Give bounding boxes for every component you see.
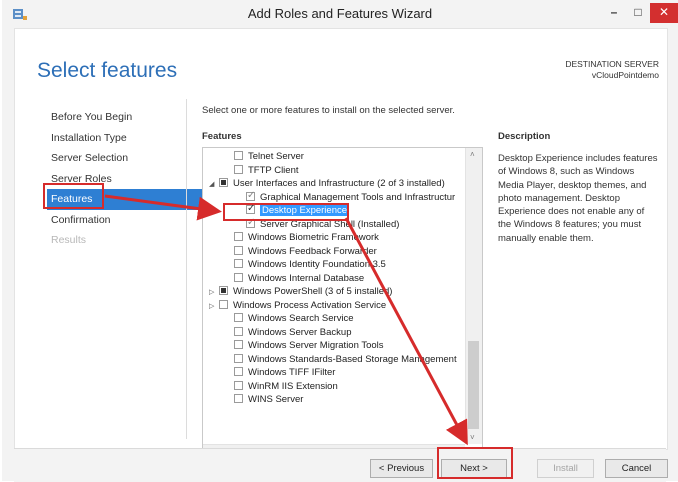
feature-row[interactable]: Windows Search Service bbox=[234, 312, 354, 326]
feature-label: Windows Internal Database bbox=[248, 272, 365, 284]
feature-label: Windows Server Backup bbox=[248, 326, 352, 338]
feature-checkbox[interactable] bbox=[234, 367, 243, 376]
feature-row[interactable]: Graphical Management Tools and Infrastru… bbox=[246, 189, 456, 205]
wizard-window: Add Roles and Features Wizard – □ ✕ Sele… bbox=[2, 0, 678, 482]
feature-label: Windows Process Activation Service bbox=[233, 299, 387, 311]
instruction-text: Select one or more features to install o… bbox=[202, 105, 455, 116]
feature-checkbox[interactable] bbox=[234, 380, 243, 390]
feature-row[interactable]: ▷ Windows Process Activation Service bbox=[209, 299, 387, 313]
feature-row[interactable]: Windows Internal Database bbox=[234, 272, 364, 286]
feature-label: TFTP Client bbox=[248, 164, 299, 176]
feature-checkbox[interactable] bbox=[234, 353, 243, 363]
feature-checkbox[interactable] bbox=[234, 245, 243, 255]
feature-row[interactable]: ▷ Windows PowerShell (3 of 5 installed) bbox=[209, 285, 393, 299]
feature-row[interactable]: Windows Biometric Framework bbox=[234, 231, 379, 245]
scroll-up-icon[interactable]: ˄ bbox=[470, 150, 475, 159]
features-list: Telnet Server TFTP Client ◢ User Interfaces… bbox=[203, 148, 465, 444]
feature-row[interactable]: WINS Server bbox=[234, 393, 303, 407]
page-title: Select features bbox=[37, 59, 178, 82]
nav-divider bbox=[186, 99, 187, 439]
minimize-button[interactable]: – bbox=[601, 3, 627, 23]
feature-checkbox[interactable] bbox=[219, 286, 228, 295]
feature-label: Windows Biometric Framework bbox=[248, 232, 379, 243]
feature-checkbox[interactable] bbox=[234, 326, 243, 336]
wizard-content: Select features DESTINATION SERVER vClou… bbox=[14, 28, 668, 461]
feature-checkbox[interactable] bbox=[219, 299, 228, 309]
feature-checkbox[interactable] bbox=[234, 340, 243, 349]
destination-label: DESTINATION SERVER bbox=[565, 59, 659, 69]
title-bar: Add Roles and Features Wizard – □ ✕ bbox=[2, 0, 678, 28]
vertical-scrollbar[interactable]: ˄ ˅ bbox=[465, 148, 482, 444]
window-title: Add Roles and Features Wizard bbox=[247, 6, 433, 21]
expand-toggle-icon[interactable]: ▷ bbox=[209, 286, 219, 300]
destination-server: DESTINATION SERVER vCloudPointdemo bbox=[565, 59, 659, 81]
annotation-box-desktop-experience bbox=[223, 203, 349, 221]
nav-item-results: Results bbox=[51, 234, 87, 246]
wizard-nav: Before You Begin Installation Type Serve… bbox=[47, 107, 218, 251]
install-button: Install bbox=[537, 459, 594, 478]
scroll-down-icon[interactable]: ˅ bbox=[470, 433, 475, 442]
feature-label: Windows TIFF IFilter bbox=[248, 367, 336, 378]
cancel-button[interactable]: Cancel bbox=[605, 459, 668, 478]
feature-row[interactable]: TFTP Client bbox=[234, 164, 299, 178]
feature-checkbox bbox=[246, 189, 255, 202]
close-button[interactable]: ✕ bbox=[650, 3, 678, 23]
feature-checkbox[interactable] bbox=[219, 178, 228, 187]
nav-item-confirmation[interactable]: Confirmation bbox=[51, 210, 201, 231]
feature-row[interactable]: Windows Feedback Forwarder bbox=[234, 245, 377, 259]
features-tree[interactable]: Telnet Server TFTP Client ◢ User Interfaces… bbox=[202, 147, 483, 461]
feature-row[interactable]: Windows Server Migration Tools bbox=[234, 339, 384, 353]
annotation-box-next bbox=[437, 447, 513, 479]
feature-label: Windows Standards-Based Storage Manageme… bbox=[248, 353, 457, 365]
feature-label: User Interfaces and Infrastructure (2 of… bbox=[233, 178, 445, 189]
feature-row[interactable]: Telnet Server bbox=[234, 150, 304, 164]
feature-checkbox[interactable] bbox=[234, 272, 243, 282]
feature-checkbox[interactable] bbox=[234, 151, 243, 160]
destination-server-name: vCloudPointdemo bbox=[591, 70, 659, 80]
feature-checkbox[interactable] bbox=[234, 313, 243, 322]
description-text: Desktop Experience includes features of … bbox=[498, 153, 658, 244]
feature-label: WinRM IIS Extension bbox=[248, 380, 338, 392]
feature-label: Windows Feedback Forwarder bbox=[248, 245, 377, 257]
nav-item-server-selection[interactable]: Server Selection bbox=[51, 148, 201, 169]
feature-checkbox[interactable] bbox=[234, 259, 243, 268]
feature-label: Windows PowerShell (3 of 5 installed) bbox=[233, 286, 393, 297]
annotation-box-features bbox=[43, 183, 104, 209]
feature-row[interactable]: Windows Identity Foundation 3.5 bbox=[234, 258, 386, 272]
feature-row[interactable]: Windows TIFF IFilter bbox=[234, 366, 335, 380]
feature-label: Graphical Management Tools and Infrastru… bbox=[260, 191, 456, 203]
nav-item-before-you-begin[interactable]: Before You Begin bbox=[51, 107, 201, 128]
nav-item-installation-type[interactable]: Installation Type bbox=[51, 128, 201, 149]
features-heading: Features bbox=[202, 131, 242, 142]
description-heading: Description bbox=[498, 131, 551, 142]
feature-row[interactable]: Windows Standards-Based Storage Manageme… bbox=[234, 353, 457, 367]
feature-label: Windows Server Migration Tools bbox=[248, 340, 384, 351]
feature-checkbox[interactable] bbox=[234, 394, 243, 403]
previous-button[interactable]: < Previous bbox=[370, 459, 433, 478]
vertical-scroll-thumb[interactable] bbox=[468, 341, 479, 429]
feature-label: WINS Server bbox=[248, 394, 304, 405]
feature-label: Telnet Server bbox=[248, 151, 304, 162]
feature-row[interactable]: Windows Server Backup bbox=[234, 326, 351, 340]
maximize-button[interactable]: □ bbox=[627, 3, 649, 23]
feature-checkbox[interactable] bbox=[234, 232, 243, 241]
expand-toggle-icon[interactable]: ◢ bbox=[209, 178, 219, 192]
feature-label: Windows Search Service bbox=[248, 313, 354, 324]
expand-toggle-icon[interactable]: ▷ bbox=[209, 300, 219, 314]
feature-label: Windows Identity Foundation 3.5 bbox=[248, 259, 386, 270]
feature-checkbox[interactable] bbox=[234, 164, 243, 174]
feature-row[interactable]: WinRM IIS Extension bbox=[234, 380, 338, 394]
